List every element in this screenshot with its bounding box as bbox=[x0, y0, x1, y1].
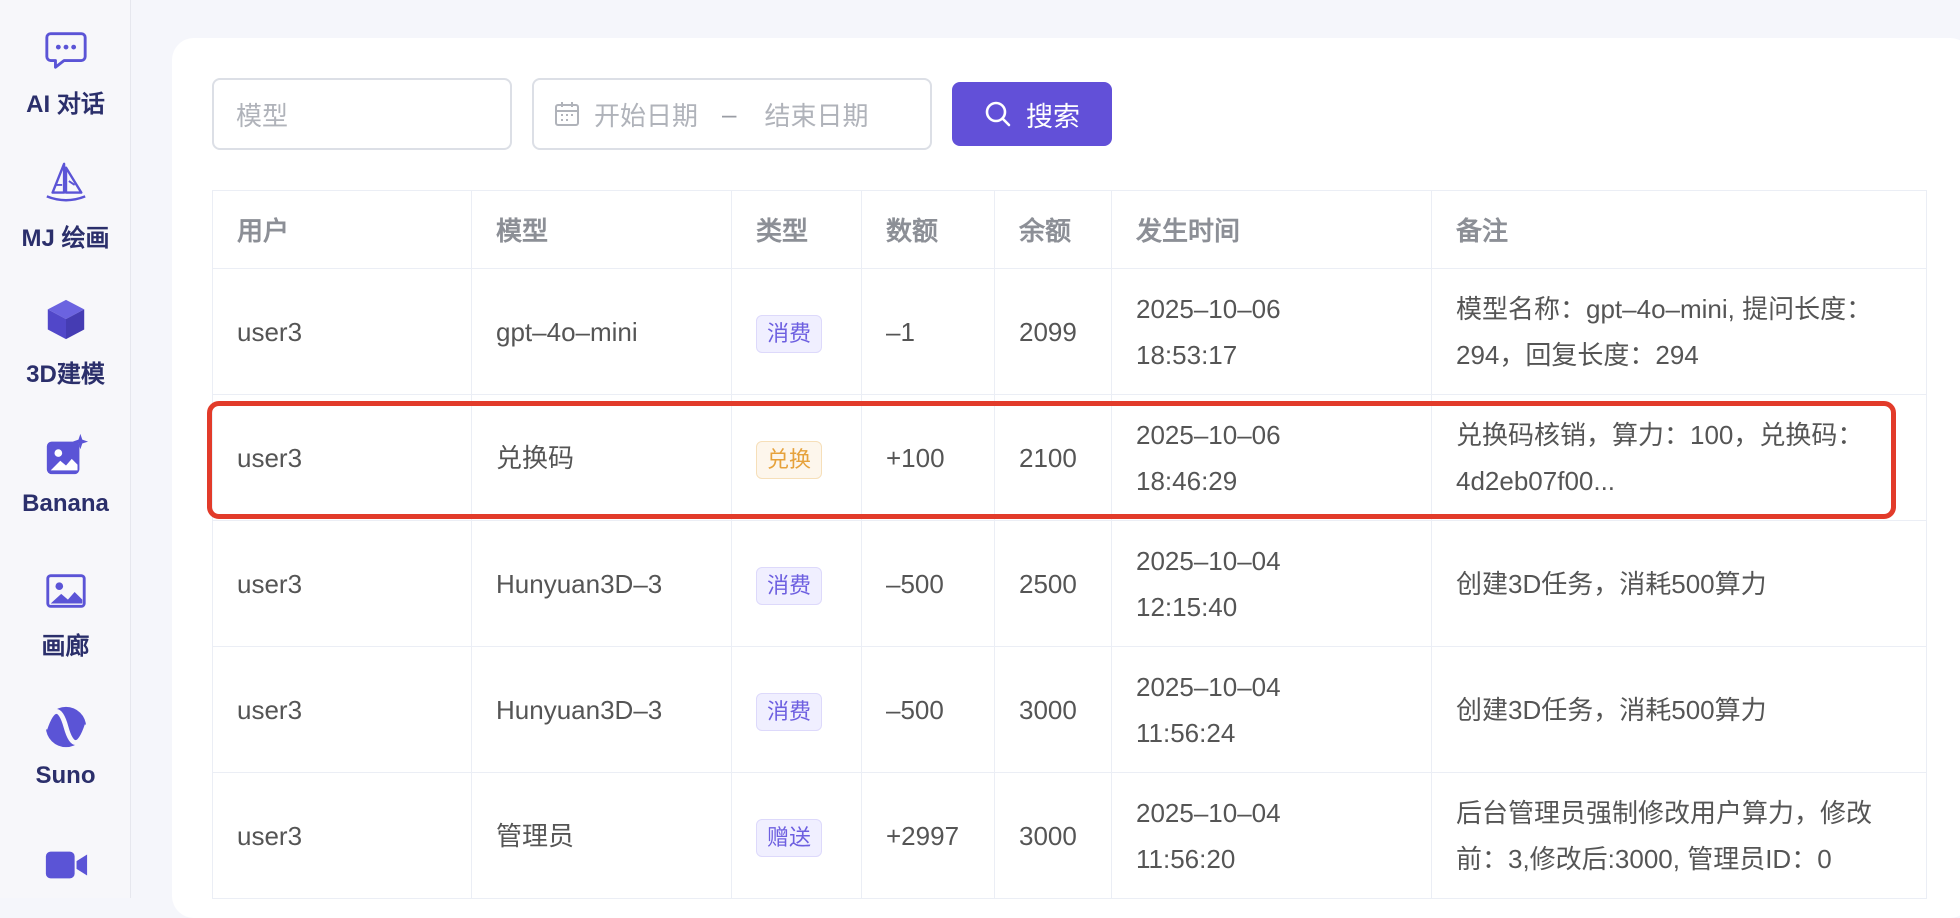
cell-type: 赠送 bbox=[731, 772, 862, 899]
sidebar-item-label: MJ 绘画 bbox=[21, 225, 110, 252]
image-sparkle-icon bbox=[43, 432, 89, 478]
records-table: 用户 模型 类型 数额 余额 发生时间 备注 user3 gpt–4o–mini… bbox=[212, 190, 1927, 899]
type-tag: 兑换 bbox=[756, 440, 823, 479]
search-button-label: 搜索 bbox=[1026, 101, 1080, 132]
cell-note: 创建3D任务，消耗500算力 bbox=[1431, 646, 1927, 773]
sidebar-item-label: 3D建模 bbox=[26, 361, 105, 388]
type-tag: 消费 bbox=[756, 566, 823, 605]
type-tag: 赠送 bbox=[756, 818, 823, 857]
cell-model: 兑换码 bbox=[471, 394, 732, 521]
range-separator: – bbox=[722, 98, 737, 129]
sidebar-item-mj-drawing[interactable]: MJ 绘画 bbox=[0, 160, 131, 253]
cell-type: 兑换 bbox=[731, 394, 862, 521]
column-header-model: 模型 bbox=[471, 190, 732, 269]
search-button[interactable]: 搜索 bbox=[952, 82, 1112, 146]
type-tag: 消费 bbox=[756, 692, 823, 731]
cell-date-text: 2025–10–04 bbox=[1136, 671, 1281, 702]
cell-model: 管理员 bbox=[471, 772, 732, 899]
sidebar-item-label: 画廊 bbox=[41, 633, 90, 660]
cell-balance: 2500 bbox=[994, 520, 1112, 647]
cell-type: 消费 bbox=[731, 646, 862, 773]
cell-time-text: 18:53:17 bbox=[1136, 339, 1238, 370]
sidebar-item-3d-modeling[interactable]: 3D建模 bbox=[0, 296, 131, 389]
cell-time: 2025–10–06 18:53:17 bbox=[1111, 268, 1432, 395]
cell-time: 2025–10–04 12:15:40 bbox=[1111, 520, 1432, 647]
cube-icon bbox=[43, 296, 89, 342]
table-row: user3 Hunyuan3D–3 消费 –500 2500 2025–10–0… bbox=[212, 520, 1927, 647]
table-row: user3 管理员 赠送 +2997 3000 2025–10–04 11:56:… bbox=[212, 772, 1927, 899]
cell-amount: –1 bbox=[861, 268, 995, 395]
date-range-picker[interactable]: 开始日期 – 结束日期 bbox=[532, 78, 932, 150]
table-row: user3 兑换码 兑换 +100 2100 2025–10–06 18:46:2… bbox=[212, 394, 1927, 521]
sidebar-item-label: Banana bbox=[22, 490, 109, 517]
sailboat-icon bbox=[43, 160, 89, 206]
sidebar-item-ai-chat[interactable]: AI 对话 bbox=[0, 26, 131, 119]
cell-note: 后台管理员强制修改用户算力，修改前：3,修改后:3000, 管理员ID：0 bbox=[1431, 772, 1927, 899]
cell-time: 2025–10–06 18:46:29 bbox=[1111, 394, 1432, 521]
calendar-icon bbox=[555, 102, 579, 126]
column-header-time: 发生时间 bbox=[1111, 190, 1432, 269]
cell-model: Hunyuan3D–3 bbox=[471, 520, 732, 647]
column-header-amount: 数额 bbox=[861, 190, 995, 269]
sidebar: AI 对话 MJ 绘画 3D建模 Banana 画廊 Suno bbox=[0, 0, 131, 898]
cell-balance: 3000 bbox=[994, 772, 1112, 899]
end-date-input[interactable]: 结束日期 bbox=[764, 96, 868, 133]
cell-note: 创建3D任务，消耗500算力 bbox=[1431, 520, 1927, 647]
cell-date-text: 2025–10–06 bbox=[1136, 293, 1281, 324]
cell-time-text: 12:15:40 bbox=[1136, 591, 1238, 622]
cell-time-text: 18:46:29 bbox=[1136, 465, 1238, 496]
cell-model: gpt–4o–mini bbox=[471, 268, 732, 395]
sidebar-item-video[interactable] bbox=[0, 842, 131, 888]
table-header-row: 用户 模型 类型 数额 余额 发生时间 备注 bbox=[212, 190, 1927, 269]
cell-user: user3 bbox=[212, 268, 472, 395]
cell-amount: +100 bbox=[861, 394, 995, 521]
chat-icon bbox=[43, 26, 89, 72]
cell-user: user3 bbox=[212, 646, 472, 773]
cell-date-text: 2025–10–04 bbox=[1136, 545, 1281, 576]
cell-type: 消费 bbox=[731, 520, 862, 647]
column-header-user: 用户 bbox=[212, 190, 472, 269]
table-row: user3 Hunyuan3D–3 消费 –500 3000 2025–10–0… bbox=[212, 646, 1927, 773]
sidebar-item-gallery[interactable]: 画廊 bbox=[0, 568, 131, 661]
cell-time-text: 11:56:24 bbox=[1136, 717, 1236, 748]
wave-icon bbox=[42, 704, 89, 750]
cell-note: 兑换码核销，算力：100，兑换码：4d2eb07f00... bbox=[1431, 394, 1927, 521]
cell-balance: 3000 bbox=[994, 646, 1112, 773]
cell-user: user3 bbox=[212, 520, 472, 647]
table-row: user3 gpt–4o–mini 消费 –1 2099 2025–10–06 1… bbox=[212, 268, 1927, 395]
cell-user: user3 bbox=[212, 394, 472, 521]
column-header-note: 备注 bbox=[1431, 190, 1927, 269]
cell-balance: 2100 bbox=[994, 394, 1112, 521]
cell-amount: –500 bbox=[861, 520, 995, 647]
cell-balance: 2099 bbox=[994, 268, 1112, 395]
model-search-input[interactable]: 模型 bbox=[212, 78, 512, 150]
column-header-type: 类型 bbox=[731, 190, 862, 269]
cell-time: 2025–10–04 11:56:20 bbox=[1111, 772, 1432, 899]
cell-time: 2025–10–04 11:56:24 bbox=[1111, 646, 1432, 773]
cell-amount: +2997 bbox=[861, 772, 995, 899]
model-input-placeholder: 模型 bbox=[236, 100, 289, 131]
start-date-input[interactable]: 开始日期 bbox=[594, 96, 698, 133]
video-icon bbox=[43, 842, 89, 888]
search-icon bbox=[985, 101, 1011, 127]
column-header-balance: 余额 bbox=[994, 190, 1112, 269]
cell-type: 消费 bbox=[731, 268, 862, 395]
cell-date-text: 2025–10–04 bbox=[1136, 797, 1281, 828]
type-tag: 消费 bbox=[756, 314, 823, 353]
gallery-icon bbox=[43, 568, 89, 614]
cell-model: Hunyuan3D–3 bbox=[471, 646, 732, 773]
sidebar-item-label: Suno bbox=[35, 762, 96, 789]
cell-note: 模型名称：gpt–4o–mini, 提问长度：294，回复长度：294 bbox=[1431, 268, 1927, 395]
cell-time-text: 11:56:20 bbox=[1136, 843, 1236, 874]
sidebar-item-label: AI 对话 bbox=[26, 91, 105, 118]
cell-user: user3 bbox=[212, 772, 472, 899]
cell-date-text: 2025–10–06 bbox=[1136, 419, 1281, 450]
sidebar-item-banana[interactable]: Banana bbox=[0, 432, 131, 518]
sidebar-item-suno[interactable]: Suno bbox=[0, 704, 131, 790]
cell-amount: –500 bbox=[861, 646, 995, 773]
